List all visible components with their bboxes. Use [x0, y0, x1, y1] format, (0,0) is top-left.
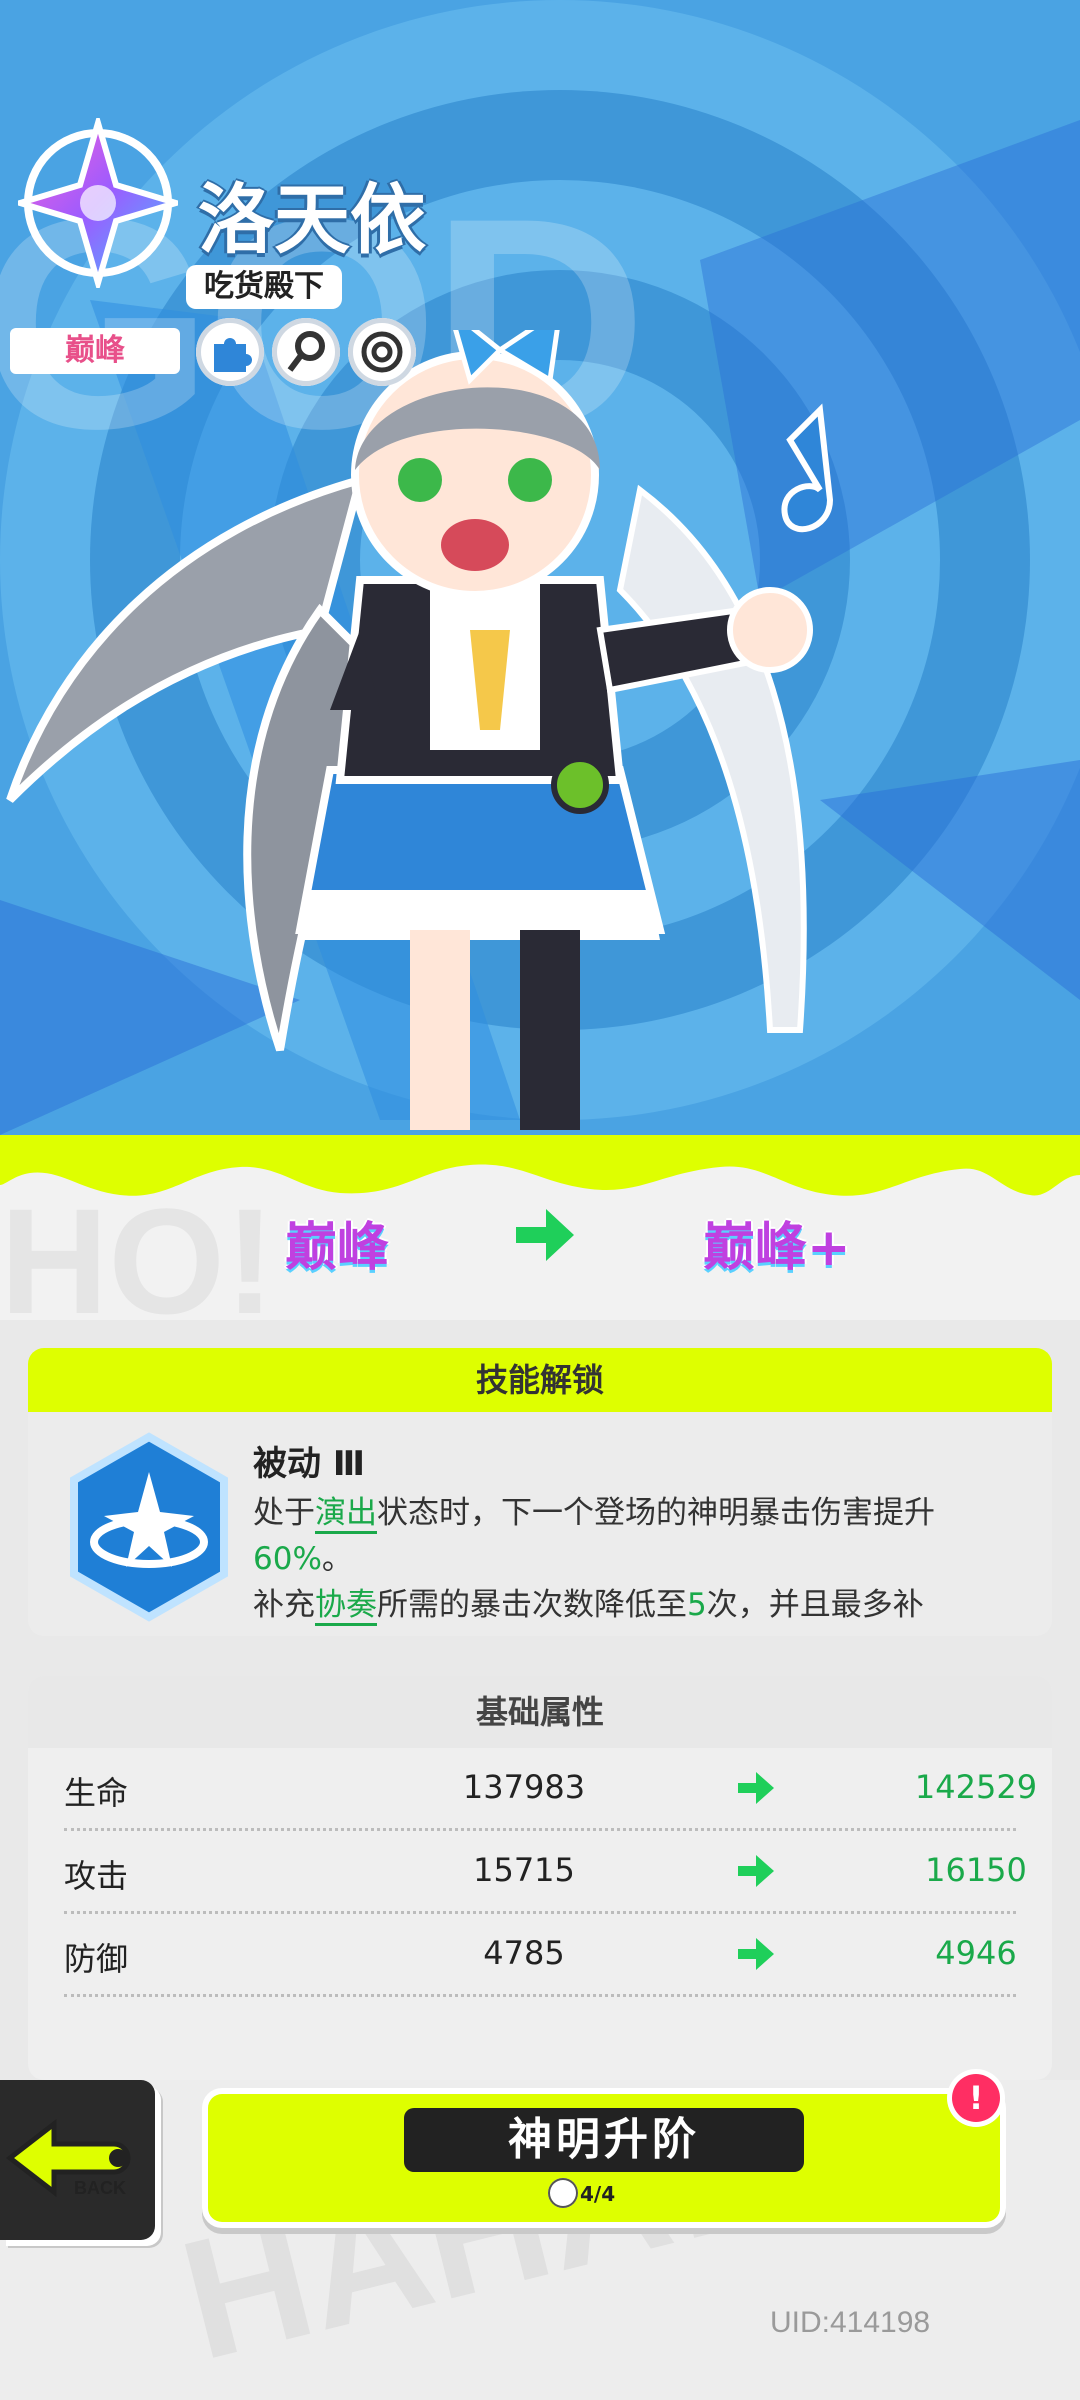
stats-panel-header: 基础属性 — [28, 1676, 1052, 1748]
stat-arrow-icon — [738, 1855, 774, 1887]
character-name: 洛天依 — [198, 175, 426, 264]
key-icon[interactable] — [272, 318, 340, 386]
target-icon[interactable] — [348, 318, 416, 386]
character-title: 吃货殿下 — [186, 265, 342, 309]
back-label: BACK — [74, 2178, 126, 2198]
rank-from: 巅峰 — [285, 1218, 390, 1278]
stat-arrow-icon — [738, 1772, 774, 1804]
ascend-button[interactable]: 神明升阶 4/4 — [208, 2094, 1000, 2222]
stat-row-attack: 攻击 15715 16150 — [64, 1831, 1027, 1914]
rank-to: 巅峰+ — [703, 1218, 851, 1278]
skill-passive-icon — [70, 1432, 228, 1622]
stat-next: 16150 — [925, 1851, 1027, 1889]
character-hero: GOD — [0, 0, 1080, 1135]
stat-next: 4946 — [935, 1934, 1017, 1972]
stat-current: 15715 — [473, 1851, 575, 1889]
stat-row-hp: 生命 137983 142529 — [64, 1748, 1037, 1831]
alert-icon: ! — [952, 2074, 1000, 2122]
skill-unlock-panel: 技能解锁 被动 Ⅲ 处于演出状态时，下一个登场的神明暴击伤害提升 60%。 补充… — [28, 1348, 1052, 1636]
back-button[interactable]: BACK — [0, 2080, 155, 2240]
ascend-label: 神明升阶 — [404, 2108, 804, 2172]
stat-current: 4785 — [483, 1934, 565, 1972]
skill-description[interactable]: 处于演出状态时，下一个登场的神明暴击伤害提升 60%。 补充协奏所需的暴击次数降… — [253, 1490, 1043, 1630]
stat-row-defense: 防御 4785 4946 — [64, 1914, 1017, 1997]
rank-emblem-icon — [18, 118, 178, 288]
avatar-icon — [548, 2178, 578, 2208]
stat-label: 防御 — [64, 1940, 129, 1978]
stat-next: 142529 — [914, 1768, 1038, 1806]
rank-badge: 巅峰 — [10, 328, 180, 374]
upgrade-arrow-icon — [516, 1209, 574, 1261]
stat-current: 137983 — [462, 1768, 586, 1806]
stat-label: 生命 — [64, 1774, 129, 1812]
user-id: UID:414198 — [770, 2306, 931, 2339]
band-deco-text: HO! — [0, 1177, 275, 1320]
skill-name: 被动 Ⅲ — [253, 1444, 365, 1484]
ascend-progress: 4/4 — [580, 2182, 616, 2206]
puzzle-icon[interactable] — [196, 318, 264, 386]
skill-panel-header: 技能解锁 — [28, 1348, 1052, 1412]
character-illustration — [6, 330, 834, 1130]
stat-arrow-icon — [738, 1938, 774, 1970]
stat-label: 攻击 — [64, 1857, 129, 1895]
base-stats-panel: 基础属性 生命 137983 142529 攻击 15715 16150 防御 … — [28, 1676, 1052, 2080]
